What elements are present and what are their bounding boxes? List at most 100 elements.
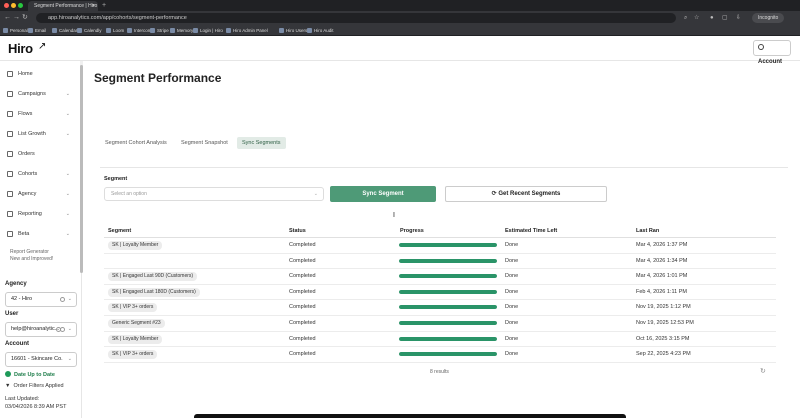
logo-arrow-icon: ↗	[38, 41, 47, 52]
account-select[interactable]: 16601 - Skincare Co. ⌄	[5, 352, 77, 367]
bookmark-item[interactable]: Calendly	[77, 27, 102, 34]
forward-icon[interactable]: →	[13, 14, 20, 22]
column-header-estimated-time-left[interactable]: Estimated Time Left	[505, 228, 557, 234]
time-left-cell: Done	[505, 320, 519, 326]
extensions-puzzle-icon[interactable]: ▢	[722, 14, 728, 22]
table-header: Segment Status Progress Estimated Time Left…	[104, 224, 776, 238]
sidebar-item-list-growth[interactable]: List Growth ⌄	[0, 126, 80, 142]
bookmark-star-icon[interactable]: ☆	[694, 14, 699, 22]
time-left-cell: Done	[505, 242, 519, 248]
table-row[interactable]: Completed Done Mar 4, 2026 1:34 PM	[104, 254, 776, 270]
account-value: 16601 - Skincare Co.	[11, 356, 63, 362]
address-bar[interactable]: app.hiroanalytics.com/app/cohorts/segmen…	[36, 13, 676, 23]
tab-sync-segments[interactable]: Sync Segments	[237, 137, 286, 149]
bookmark-item[interactable]: Memory	[170, 27, 193, 34]
table-row[interactable]: SK | Engaged Last 180D (Customers) Comple…	[104, 285, 776, 301]
agency-icon	[7, 191, 13, 197]
reload-icon[interactable]: ↻	[22, 14, 28, 22]
home-icon	[7, 71, 13, 77]
tab-segment-snapshot[interactable]: Segment Snapshot	[176, 137, 233, 149]
user-icon	[758, 44, 764, 50]
report-generator-subtitle: New and Improved!	[10, 256, 54, 262]
order-filters-link[interactable]: ▼ Order Filters Applied	[5, 382, 64, 390]
bookmark-item[interactable]: Email	[28, 27, 46, 34]
sidebar-scrollbar[interactable]	[80, 65, 83, 273]
bookmark-item[interactable]: Intercom	[127, 27, 152, 34]
tab-segment-cohort-analysis[interactable]: Segment Cohort Analysis	[100, 137, 172, 149]
progress-fill	[399, 352, 497, 357]
close-tab-icon[interactable]: ×	[92, 1, 95, 11]
last-ran-cell: Nov 19, 2025 12:53 PM	[636, 320, 694, 326]
bookmark-label: Loom	[113, 28, 125, 33]
sidebar-item-cohorts[interactable]: Cohorts ⌄	[0, 166, 80, 182]
time-left-cell: Done	[505, 288, 519, 295]
bookmark-item[interactable]: Loom	[106, 27, 124, 34]
hiro-logo[interactable]: Hiro	[8, 41, 33, 56]
back-icon[interactable]: ←	[4, 14, 11, 22]
progress-bar	[399, 336, 497, 341]
chevron-down-icon: ⌄	[65, 91, 70, 97]
sidebar-item-agency[interactable]: Agency ⌄	[0, 186, 80, 202]
column-header-segment[interactable]: Segment	[108, 228, 131, 234]
bookmark-label: Email	[35, 28, 47, 33]
sidebar-item-flows[interactable]: Flows ⌄	[0, 106, 80, 122]
chevron-down-icon: ⌄	[65, 191, 70, 197]
get-recent-segments-button[interactable]: ⟳ Get Recent Segments	[445, 186, 607, 202]
app-header: Hiro ↗ Account	[0, 36, 800, 65]
chevron-down-icon: ⌄	[313, 191, 318, 197]
last-ran-cell: Oct 16, 2025 3:15 PM	[636, 335, 690, 342]
chevron-down-icon: ⌄	[65, 171, 70, 177]
account-button[interactable]: Account	[753, 40, 791, 65]
bookmark-item[interactable]: Stripe	[150, 27, 169, 34]
clear-icon[interactable]	[60, 327, 65, 332]
column-header-last-ran[interactable]: Last Ran	[636, 228, 659, 234]
sidebar-item-orders[interactable]: Orders	[0, 146, 80, 162]
table-row[interactable]: SK | VIP 3+ orders Completed Done Nov 19, 2…	[104, 300, 776, 316]
agency-value: 42 - Hiro	[11, 296, 33, 302]
sidebar-item-reporting[interactable]: Reporting ⌄	[0, 206, 80, 222]
bookmark-item[interactable]: Login | Hiro	[193, 27, 223, 34]
sidebar-item-beta[interactable]: Beta ⌄	[0, 226, 80, 242]
status-cell: Completed	[289, 257, 316, 264]
filter-icon: ▼	[5, 383, 11, 389]
segment-select[interactable]: Select an option ⌄	[104, 187, 324, 201]
table-row[interactable]: SK | Loyalty Member Completed Done Oct 16, …	[104, 332, 776, 348]
table-row[interactable]: SK | VIP 3+ orders Completed Done Sep 22, 2…	[104, 347, 776, 363]
downloads-icon[interactable]: ⇩	[736, 14, 741, 22]
sync-segment-button[interactable]: Sync Segment	[330, 186, 436, 202]
user-select[interactable]: help@hiroanalytic... ⌄	[5, 322, 77, 337]
agency-select[interactable]: 42 - Hiro ⌄	[5, 292, 77, 307]
minimize-window-icon[interactable]	[11, 3, 16, 8]
last-updated-value: 03/04/2026 8:39 AM PST	[5, 404, 67, 410]
bookmark-item[interactable]: Hiro Audit	[307, 27, 334, 34]
extension-icon[interactable]: ●	[710, 14, 714, 22]
page-title: Segment Performance	[94, 71, 222, 85]
bookmark-label: Hiro Admin Panel	[233, 28, 268, 33]
table-row[interactable]: Generic Segment #23 Completed Done Nov 19, …	[104, 316, 776, 332]
new-tab-button[interactable]: +	[102, 1, 106, 10]
maximize-window-icon[interactable]	[18, 3, 23, 8]
bookmark-item[interactable]: Calendar	[52, 27, 77, 34]
sidebar-item-campaigns[interactable]: Campaigns ⌄	[0, 86, 80, 102]
incognito-badge[interactable]: Incognito	[752, 13, 785, 23]
chevron-down-icon: ⌄	[65, 131, 70, 137]
bookmark-item[interactable]: Hiro Admin Panel	[226, 27, 268, 34]
bookmarks-bar: Personal Email Calendar Calendly Loom Interco…	[0, 25, 800, 36]
sidebar-item-label: Campaigns	[18, 91, 46, 97]
info-icon	[60, 297, 65, 302]
bookmark-item[interactable]: Hiro Users	[279, 27, 307, 34]
bookmark-label: Calendar	[59, 28, 78, 33]
bookmark-item[interactable]: Personal	[3, 27, 28, 34]
browser-tab[interactable]: Segment Performance | Hiro ×	[28, 1, 98, 11]
zoom-icon[interactable]: ⌕	[684, 14, 687, 22]
column-header-progress[interactable]: Progress	[400, 228, 424, 234]
column-header-status[interactable]: Status	[289, 228, 306, 234]
sidebar-item-home[interactable]: Home	[0, 66, 80, 82]
reload-table-icon[interactable]: ↻	[760, 367, 766, 375]
table-row[interactable]: SK | Engaged Last 90D (Customers) Complet…	[104, 269, 776, 285]
close-window-icon[interactable]	[4, 3, 9, 8]
report-generator-link[interactable]: Report Generator New and Improved!	[10, 249, 53, 263]
table-row[interactable]: SK | Loyalty Member Completed Done Mar 4, 2…	[104, 238, 776, 254]
progress-bar	[399, 305, 497, 310]
segment-chip: SK | Loyalty Member	[108, 334, 163, 344]
